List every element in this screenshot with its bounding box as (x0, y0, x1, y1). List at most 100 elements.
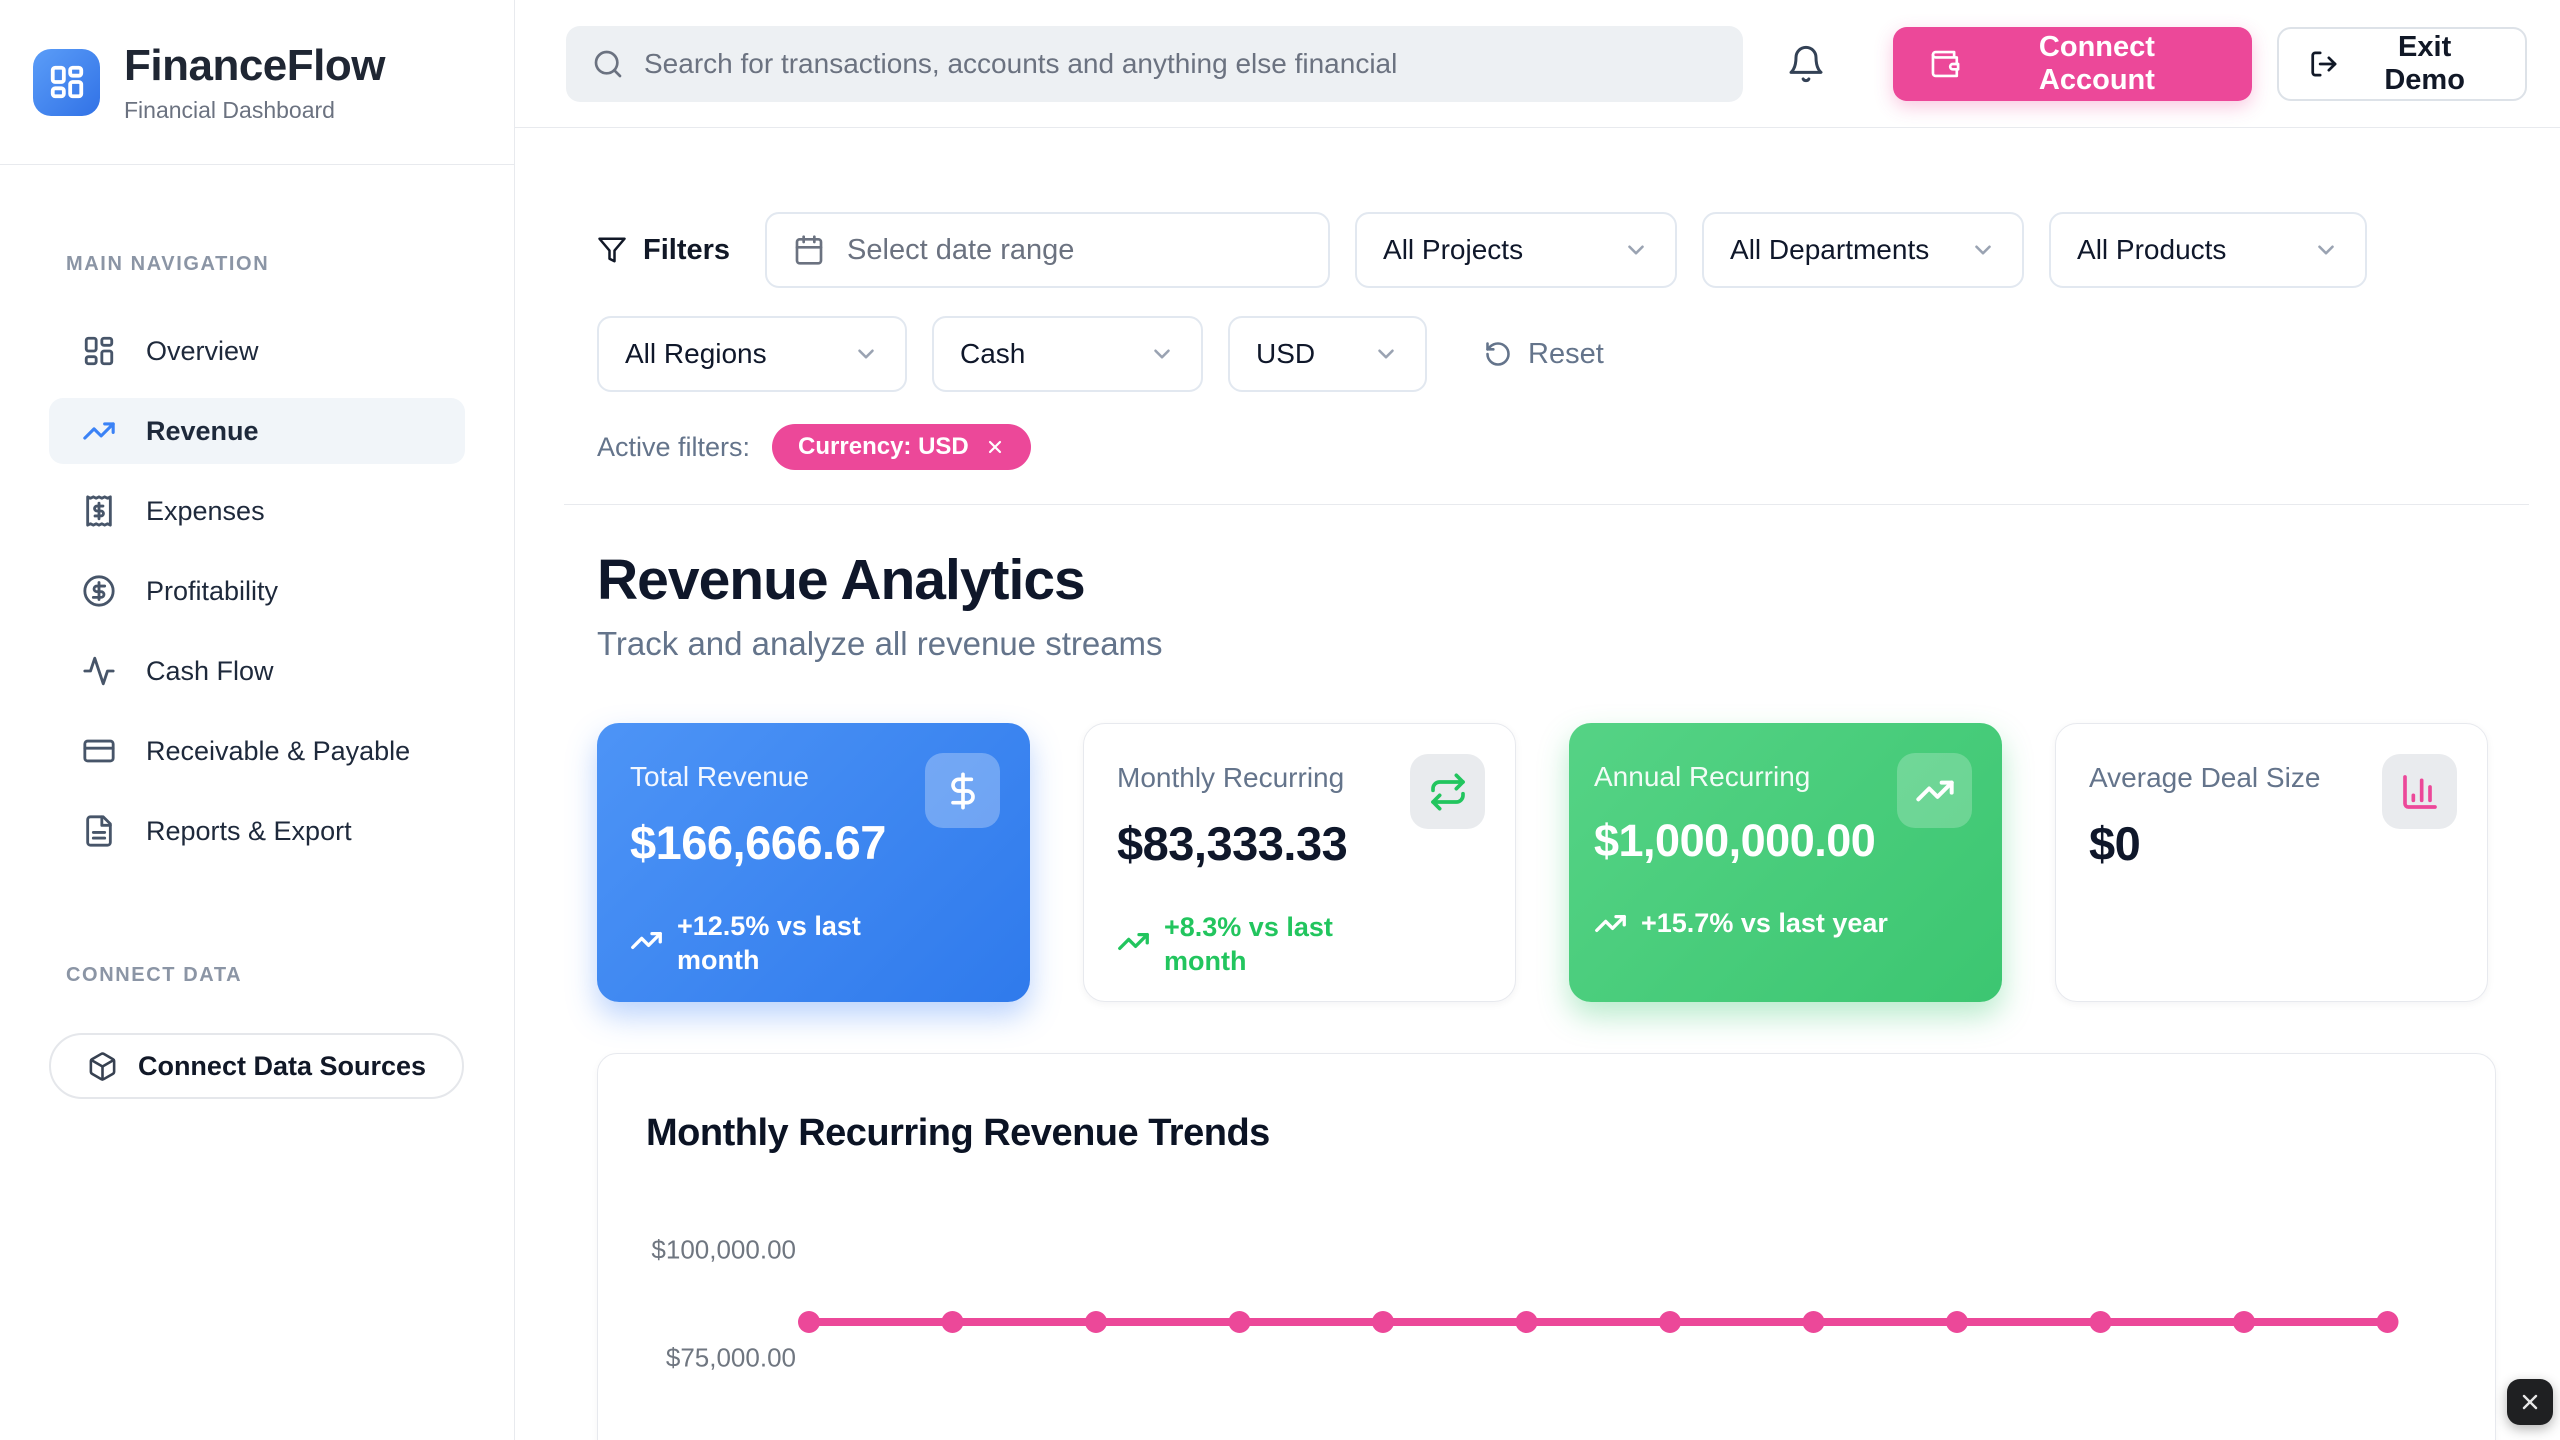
sidebar-item-profitability[interactable]: Profitability (49, 558, 465, 624)
exit-demo-button[interactable]: Exit Demo (2277, 27, 2527, 101)
close-icon[interactable] (985, 437, 1005, 457)
search-icon (592, 48, 624, 80)
active-filters-row: Active filters: Currency: USD (597, 424, 2496, 470)
layout-dashboard-icon (82, 334, 116, 368)
trending-up-icon (1915, 771, 1955, 811)
sidebar-item-label: Revenue (146, 416, 259, 447)
date-range-placeholder: Select date range (847, 234, 1074, 267)
notifications-button[interactable] (1786, 42, 1830, 86)
active-filters-label: Active filters: (597, 432, 750, 463)
brand: FinanceFlow Financial Dashboard (0, 0, 514, 165)
metric-card-average-deal-size: Average Deal Size $0 (2055, 723, 2488, 1002)
sidebar-item-label: Cash Flow (146, 656, 274, 687)
search-input[interactable] (644, 48, 1717, 80)
sidebar-item-label: Receivable & Payable (146, 736, 410, 767)
file-text-icon (82, 814, 116, 848)
regions-select[interactable]: All Regions (597, 316, 907, 392)
metric-change: +15.7% vs last year (1594, 907, 1969, 941)
activity-icon (82, 654, 116, 688)
app-tagline: Financial Dashboard (124, 97, 385, 124)
page-subtitle: Track and analyze all revenue streams (597, 625, 2496, 663)
page-title: Revenue Analytics (597, 547, 2496, 613)
chevron-down-icon (1623, 237, 1649, 263)
close-icon (2518, 1390, 2542, 1414)
reset-filters-button[interactable]: Reset (1484, 338, 1604, 371)
filter-chip-currency[interactable]: Currency: USD (772, 424, 1031, 470)
metric-icon-chip (2382, 754, 2457, 829)
metric-icon-chip (925, 753, 1000, 828)
metric-card-annual-recurring: Annual Recurring $1,000,000.00 +15.7% vs… (1569, 723, 2002, 1002)
trending-up-icon (630, 924, 663, 957)
connect-data-label: CONNECT DATA (66, 964, 465, 987)
connect-data-sources-label: Connect Data Sources (138, 1051, 426, 1082)
search-box[interactable] (566, 26, 1743, 102)
currency-select[interactable]: USD (1228, 316, 1427, 392)
repeat-icon (1428, 772, 1468, 812)
sidebar-item-label: Profitability (146, 576, 278, 607)
sidebar-item-expenses[interactable]: Expenses (49, 478, 465, 544)
metric-icon-chip (1410, 754, 1485, 829)
calendar-icon (793, 234, 825, 266)
cube-icon (87, 1051, 118, 1082)
rotate-ccw-icon (1484, 340, 1512, 368)
logout-icon (2309, 49, 2339, 79)
trending-up-icon (1117, 925, 1150, 958)
chart-title: Monthly Recurring Revenue Trends (646, 1112, 2447, 1155)
connect-account-button[interactable]: Connect Account (1893, 27, 2252, 101)
main-navigation: MAIN NAVIGATION Overview Revenue Expense… (0, 253, 514, 1099)
metric-change: +12.5% vs last month (630, 910, 997, 978)
app-logo (33, 49, 100, 116)
sidebar-item-label: Reports & Export (146, 816, 352, 847)
chevron-down-icon (1970, 237, 1996, 263)
metric-card-total-revenue: Total Revenue $166,666.67 +12.5% vs last… (597, 723, 1030, 1002)
sidebar-item-receivable-payable[interactable]: Receivable & Payable (49, 718, 465, 784)
exit-demo-label: Exit Demo (2354, 31, 2495, 97)
projects-select[interactable]: All Projects (1355, 212, 1677, 288)
products-select[interactable]: All Products (2049, 212, 2367, 288)
filters-row-1: Filters Select date range All Projects A… (597, 212, 2496, 288)
circle-dollar-icon (82, 574, 116, 608)
wallet-icon (1929, 48, 1961, 80)
sidebar-item-label: Overview (146, 336, 259, 367)
metric-icon-chip (1897, 753, 1972, 828)
sidebar-item-overview[interactable]: Overview (49, 318, 465, 384)
trending-up-icon (1594, 907, 1627, 940)
mrr-trends-chart-card: Monthly Recurring Revenue Trends $100,00… (597, 1053, 2496, 1440)
section-divider (564, 504, 2529, 505)
chevron-down-icon (2313, 237, 2339, 263)
sidebar: FinanceFlow Financial Dashboard MAIN NAV… (0, 0, 515, 1440)
reset-label: Reset (1528, 338, 1604, 371)
sidebar-item-reports-export[interactable]: Reports & Export (49, 798, 465, 864)
main-content: Filters Select date range All Projects A… (515, 128, 2560, 1440)
metric-change: +8.3% vs last month (1117, 911, 1482, 979)
filters-title: Filters (597, 234, 730, 267)
metric-card-monthly-recurring: Monthly Recurring $83,333.33 +8.3% vs la… (1083, 723, 1516, 1002)
nav-section-label: MAIN NAVIGATION (66, 253, 465, 276)
topbar: Connect Account Exit Demo (515, 0, 2560, 128)
date-range-input[interactable]: Select date range (765, 212, 1330, 288)
app-name: FinanceFlow (124, 41, 385, 91)
bar-chart-icon (2400, 772, 2440, 812)
y-axis-tick: $100,000.00 (646, 1235, 796, 1266)
chevron-down-icon (1149, 341, 1175, 367)
chevron-down-icon (853, 341, 879, 367)
layout-dashboard-icon (48, 63, 86, 101)
departments-select[interactable]: All Departments (1702, 212, 2024, 288)
receipt-icon (82, 494, 116, 528)
chevron-down-icon (1373, 341, 1399, 367)
filters-row-2: All Regions Cash USD Reset (597, 316, 2496, 392)
connect-account-label: Connect Account (1978, 31, 2215, 97)
sidebar-item-revenue[interactable]: Revenue (49, 398, 465, 464)
dollar-sign-icon (943, 771, 983, 811)
credit-card-icon (82, 734, 116, 768)
floating-close-button[interactable] (2507, 1379, 2553, 1425)
y-axis-tick: $75,000.00 (646, 1343, 796, 1374)
funnel-icon (597, 235, 627, 265)
sidebar-item-label: Expenses (146, 496, 265, 527)
metric-cards: Total Revenue $166,666.67 +12.5% vs last… (597, 723, 2496, 1002)
connect-data-sources-button[interactable]: Connect Data Sources (49, 1033, 464, 1099)
trending-up-icon (82, 414, 116, 448)
bell-icon (1786, 44, 1826, 84)
payment-type-select[interactable]: Cash (932, 316, 1203, 392)
sidebar-item-cash-flow[interactable]: Cash Flow (49, 638, 465, 704)
